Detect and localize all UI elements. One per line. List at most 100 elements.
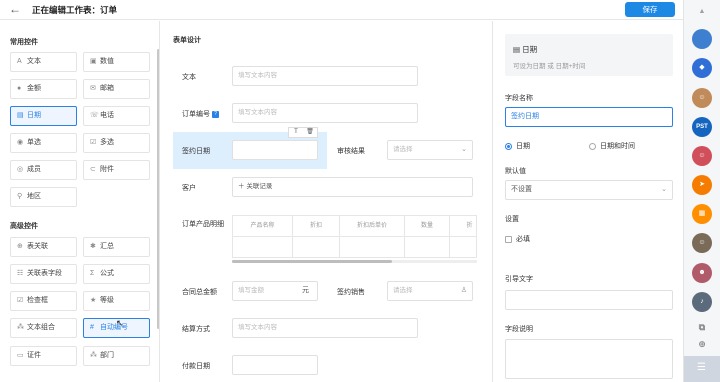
control-checkbox[interactable]: ☑ 检查框 xyxy=(10,291,77,311)
settle-input[interactable]: 填写文本内容 xyxy=(232,318,418,338)
control-rating[interactable]: ★ 等级 xyxy=(83,291,150,311)
column-header: 数量 xyxy=(405,216,450,237)
control-formula[interactable]: Σ 公式 xyxy=(83,264,150,284)
text-icon: A xyxy=(17,58,22,65)
control-id-card[interactable]: ▭ 证件 xyxy=(10,346,77,366)
list-icon: ☰ xyxy=(697,362,706,373)
chevron-down-icon: ⌄ xyxy=(661,186,667,193)
field-label-settle: 结算方式 xyxy=(182,326,210,333)
number-icon: ▣ xyxy=(90,58,97,65)
basic-controls-heading: 常用控件 xyxy=(10,39,38,46)
bell-icon[interactable]: ♪ xyxy=(692,292,712,312)
checkbox-icon xyxy=(505,235,512,243)
control-attachment[interactable]: ⊂ 附件 xyxy=(83,160,150,180)
title-icon[interactable]: T xyxy=(289,128,303,137)
calendar-icon: ▤ xyxy=(513,45,523,54)
field-toolbar: T 🗑 xyxy=(288,127,318,138)
control-email[interactable]: ✉ 邮箱 xyxy=(83,79,150,99)
total-amount-input[interactable]: 填写金额元 xyxy=(232,281,318,301)
group-avatar[interactable]: ☺ xyxy=(692,146,712,166)
radio-date[interactable]: 日期 xyxy=(505,141,530,151)
guide-text-label: 引导文字 xyxy=(505,276,533,283)
control-member[interactable]: ◎ 成员 xyxy=(10,160,77,180)
column-header: 折 xyxy=(450,216,476,237)
member-icon: ◎ xyxy=(17,166,24,173)
save-button[interactable]: 保存 xyxy=(625,2,675,17)
field-description-textarea[interactable] xyxy=(505,339,673,379)
control-related-field[interactable]: ☷ 关联表字段 xyxy=(10,264,77,284)
group-avatar[interactable]: ☺ xyxy=(692,88,712,108)
field-name-label: 字段名称 xyxy=(505,95,533,102)
sidebar-toggle-button[interactable]: ☰ xyxy=(684,356,720,382)
form-design-area: 表单设计 文本 填写文本内容 订单编号? 填写文本内容 T 🗑 签约日期 审核结果… xyxy=(161,21,492,382)
paperclip-icon: ⊂ xyxy=(90,166,96,173)
sign-date-input[interactable] xyxy=(232,140,318,160)
text-input[interactable]: 填写文本内容 xyxy=(232,66,418,86)
money-icon: ● xyxy=(17,85,22,92)
paydate-input[interactable] xyxy=(232,355,318,375)
radio-selected-icon xyxy=(505,142,512,150)
radio-datetime[interactable]: 日期和时间 xyxy=(589,141,635,151)
help-icon[interactable]: ? xyxy=(212,110,219,118)
member-icon: ♙ xyxy=(460,287,467,294)
mouse-cursor-icon: ↖ xyxy=(116,318,124,328)
field-label-paydate: 付款日期 xyxy=(182,363,210,370)
field-properties-panel: ▤ 日期 可设为日期 或 日期+时间 字段名称 签约日期 日期 日期和时间 默认… xyxy=(492,21,683,382)
review-select[interactable]: 请选择 ⌄ xyxy=(387,140,473,160)
column-header: 产品名称 xyxy=(233,216,293,237)
control-date[interactable]: ▤ 日期 xyxy=(10,106,77,126)
field-type-card: ▤ 日期 可设为日期 或 日期+时间 xyxy=(505,34,673,76)
table-cell xyxy=(233,237,293,257)
sigma-icon: Σ xyxy=(90,270,95,277)
details-subtable[interactable]: 产品名称 折扣 折扣后单价 数量 折 xyxy=(232,215,477,258)
control-text[interactable]: A 文本 xyxy=(10,52,77,72)
field-label-review: 审核结果 xyxy=(337,148,365,155)
guide-text-input[interactable] xyxy=(505,290,673,310)
table-scrollbar[interactable] xyxy=(232,260,392,263)
control-single-select[interactable]: ◉ 单选 xyxy=(10,133,77,153)
send-icon[interactable]: ➤ xyxy=(692,175,712,195)
control-relation[interactable]: ⊕ 表关联 xyxy=(10,237,77,257)
control-summary[interactable]: ✱ 汇总 xyxy=(83,237,150,257)
mail-icon: ✉ xyxy=(90,85,96,92)
apps-grid-icon[interactable]: ▦ xyxy=(692,204,712,224)
control-number[interactable]: ▣ 数值 xyxy=(83,52,150,72)
control-multi-select[interactable]: ☑ 多选 xyxy=(83,133,150,153)
palette-scrollbar[interactable] xyxy=(157,49,159,329)
table-cell xyxy=(405,237,450,257)
calendar-icon: ▤ xyxy=(17,112,24,119)
field-name-input[interactable]: 签约日期 xyxy=(505,107,673,127)
avatar[interactable] xyxy=(692,29,712,49)
hash-icon: # xyxy=(90,324,94,331)
checkbox-icon: ☑ xyxy=(90,139,97,146)
control-region[interactable]: ⚲ 地区 xyxy=(10,187,77,207)
add-icon[interactable]: ⊕ xyxy=(692,334,712,354)
radio-icon: ◉ xyxy=(17,139,24,146)
customer-relation-button[interactable]: ＋ 关联记录 xyxy=(232,177,473,197)
sales-member-select[interactable]: 请选择 ♙ xyxy=(387,281,473,301)
control-phone[interactable]: ☏电话 xyxy=(83,106,150,126)
notification-icon[interactable]: ▲ xyxy=(692,2,712,22)
control-amount[interactable]: ● 金额 xyxy=(10,79,77,99)
chevron-down-icon: ⌄ xyxy=(461,146,467,153)
field-label-sign-date: 签约日期 xyxy=(182,148,210,155)
default-value-label: 默认值 xyxy=(505,168,526,175)
app-icon[interactable]: ◆ xyxy=(692,58,712,78)
location-icon: ⚲ xyxy=(17,193,23,200)
department-icon: ⁂ xyxy=(90,352,97,359)
order-no-input[interactable]: 填写文本内容 xyxy=(232,103,418,123)
delete-icon[interactable]: 🗑 xyxy=(303,128,317,137)
control-department[interactable]: ⁂ 部门 xyxy=(83,346,150,366)
default-value-select[interactable]: 不设置 ⌄ xyxy=(505,180,673,200)
control-text-combo[interactable]: ⁂ 文本组合 xyxy=(10,318,77,338)
back-arrow-icon[interactable]: ← xyxy=(9,2,21,16)
avatar[interactable]: ☻ xyxy=(692,263,712,283)
required-checkbox[interactable]: 必填 xyxy=(505,234,530,244)
group-avatar[interactable]: ☺ xyxy=(692,233,712,253)
checkbox-icon: ☑ xyxy=(17,297,24,304)
currency-suffix: 元 xyxy=(302,287,309,294)
pst-icon[interactable]: PST xyxy=(692,117,712,137)
field-label-order-no: 订单编号? xyxy=(182,109,219,119)
settings-label: 设置 xyxy=(505,216,519,223)
table-cell xyxy=(293,237,340,257)
